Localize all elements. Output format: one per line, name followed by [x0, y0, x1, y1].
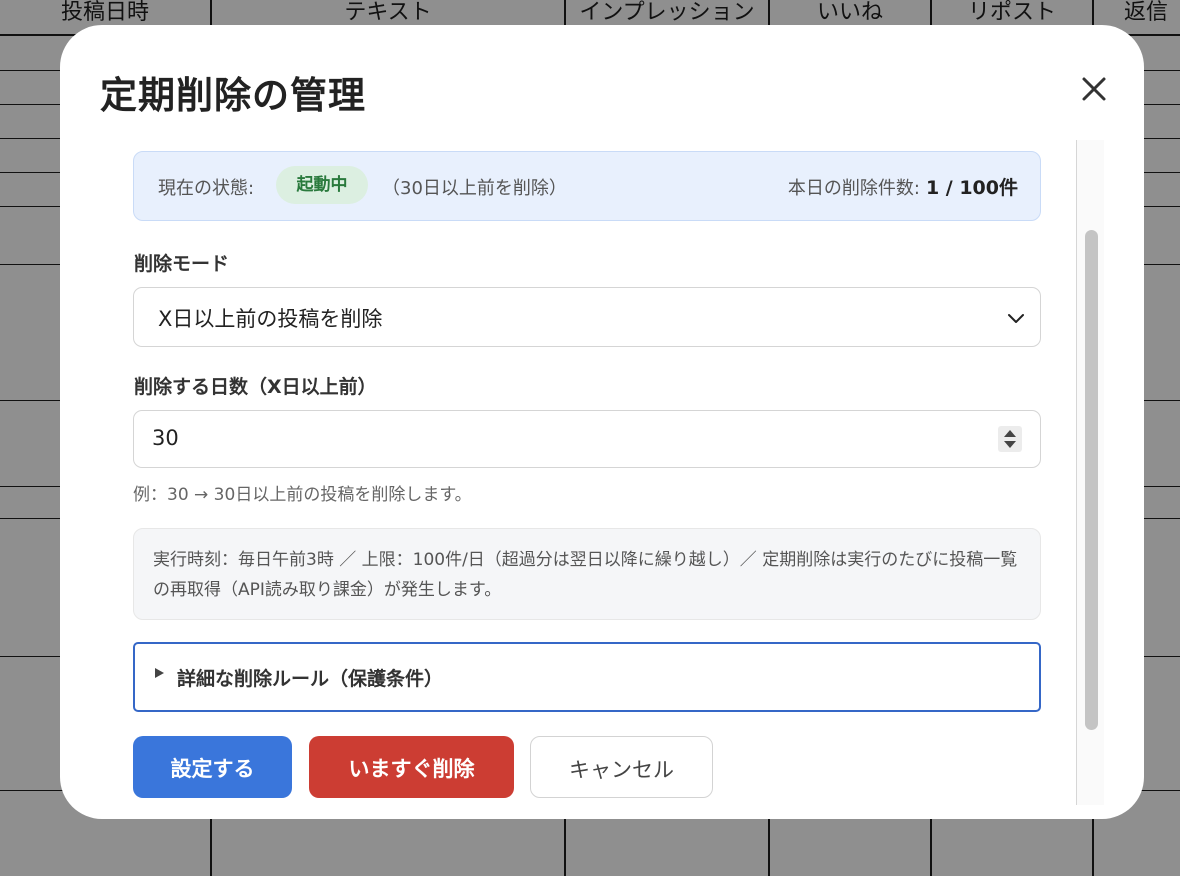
mode-label: 削除モード: [134, 253, 230, 275]
days-input-value: 30: [152, 426, 179, 450]
status-badge: 起動中: [276, 166, 368, 204]
delete-count-label: 本日の削除件数:: [787, 178, 920, 199]
days-stepper[interactable]: [998, 426, 1022, 452]
table-header-likes: いいね: [816, 0, 883, 25]
modal-title: 定期削除の管理: [100, 74, 366, 117]
modal-body: 現在の状態: 起動中 （30日以上前を削除） 本日の削除件数: 1 / 100件…: [100, 140, 1104, 805]
delete-now-button[interactable]: いますぐ削除: [309, 736, 514, 798]
stepper-up-icon[interactable]: [1004, 430, 1016, 437]
triangle-right-icon: [155, 668, 164, 678]
days-label: 削除する日数（X日以上前）: [134, 376, 377, 398]
status-note: （30日以上前を削除）: [382, 178, 567, 199]
schedule-info-panel: 実行時刻：毎日午前3時 ／ 上限：100件/日（超過分は翌日以降に繰り越し）／ …: [133, 528, 1041, 620]
days-input[interactable]: 30: [133, 410, 1041, 468]
table-header-replies: 返信: [1124, 0, 1169, 25]
status-label: 現在の状態:: [158, 178, 255, 199]
table-header-text: テキスト: [344, 0, 432, 25]
advanced-rules-toggle[interactable]: 詳細な削除ルール（保護条件）: [133, 642, 1041, 712]
scrollbar-thumb[interactable]: [1085, 230, 1098, 730]
scheduled-delete-modal: 定期削除の管理 現在の状態: 起動中 （30日以上前を削除） 本日の削除件数: …: [60, 25, 1144, 819]
schedule-info-text: 実行時刻：毎日午前3時 ／ 上限：100件/日（超過分は翌日以降に繰り越し）／ …: [153, 550, 1018, 600]
stepper-down-icon[interactable]: [1004, 441, 1016, 448]
close-button[interactable]: [1076, 71, 1112, 107]
mode-select-value: X日以上前の投稿を削除: [158, 307, 383, 331]
table-header-impressions: インプレッション: [579, 0, 755, 25]
table-header-reposts: リポスト: [967, 0, 1056, 25]
cancel-button[interactable]: キャンセル: [530, 736, 713, 798]
table-header-date: 投稿日時: [60, 0, 149, 25]
close-icon: [1082, 77, 1106, 101]
status-panel: 現在の状態: 起動中 （30日以上前を削除） 本日の削除件数: 1 / 100件: [133, 151, 1041, 221]
save-button[interactable]: 設定する: [133, 736, 292, 798]
chevron-down-icon: [1008, 314, 1024, 323]
days-hint: 例：30 → 30日以上前の投稿を削除します。: [133, 485, 472, 505]
mode-select[interactable]: X日以上前の投稿を削除: [133, 287, 1041, 347]
advanced-rules-label: 詳細な削除ルール（保護条件）: [177, 668, 444, 690]
delete-count-value: 1 / 100件: [925, 177, 1018, 199]
